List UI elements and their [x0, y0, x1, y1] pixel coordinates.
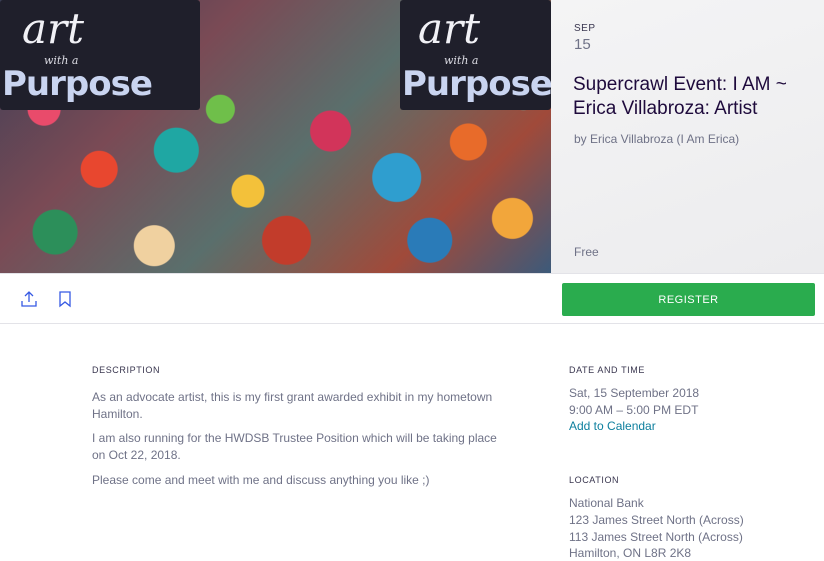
- location-address-line: 123 James Street North (Across): [569, 513, 744, 527]
- bookmark-icon: [59, 291, 71, 308]
- event-title: Supercrawl Event: I AM ~ Erica Villabroz…: [573, 74, 787, 119]
- share-icon: [21, 291, 37, 307]
- register-button[interactable]: REGISTER: [562, 283, 815, 316]
- sign-word: art: [418, 4, 480, 53]
- date-time-heading: DATE AND TIME: [569, 365, 645, 375]
- bookmark-button[interactable]: [55, 288, 75, 310]
- event-price: Free: [574, 245, 599, 259]
- location-city-line: Hamilton, ON L8R 2K8: [569, 546, 692, 560]
- event-hero: art with a Purpose art with a Purpose SE…: [0, 0, 824, 273]
- description-heading: DESCRIPTION: [92, 365, 161, 375]
- description-paragraph: As an advocate artist, this is my first …: [92, 390, 493, 421]
- sign-word: Purpose: [402, 64, 551, 104]
- sign-word: Purpose: [2, 64, 153, 104]
- description-paragraph: I am also running for the HWDSB Trustee …: [92, 431, 497, 462]
- add-to-calendar-link[interactable]: Add to Calendar: [569, 419, 656, 433]
- location-venue: National Bank: [569, 496, 644, 510]
- event-date-day: 15: [574, 36, 591, 53]
- event-organizer: by Erica Villabroza (I Am Erica): [574, 132, 740, 146]
- event-summary-panel: SEP 15 Supercrawl Event: I AM ~ Erica Vi…: [551, 0, 824, 273]
- event-image: art with a Purpose art with a Purpose: [0, 0, 551, 273]
- sign-word: art: [22, 4, 84, 53]
- event-date-month: SEP: [574, 23, 596, 34]
- description-paragraph: Please come and meet with me and discuss…: [92, 473, 430, 487]
- location-address-line: 113 James Street North (Across): [569, 530, 743, 544]
- action-bar: REGISTER: [0, 273, 824, 324]
- art-sign: art with a Purpose: [0, 0, 200, 110]
- event-date: Sat, 15 September 2018: [569, 386, 700, 400]
- art-sign: art with a Purpose: [400, 0, 551, 110]
- location-heading: LOCATION: [569, 475, 620, 485]
- share-button[interactable]: [19, 288, 39, 310]
- event-time: 9:00 AM – 5:00 PM EDT: [569, 403, 699, 417]
